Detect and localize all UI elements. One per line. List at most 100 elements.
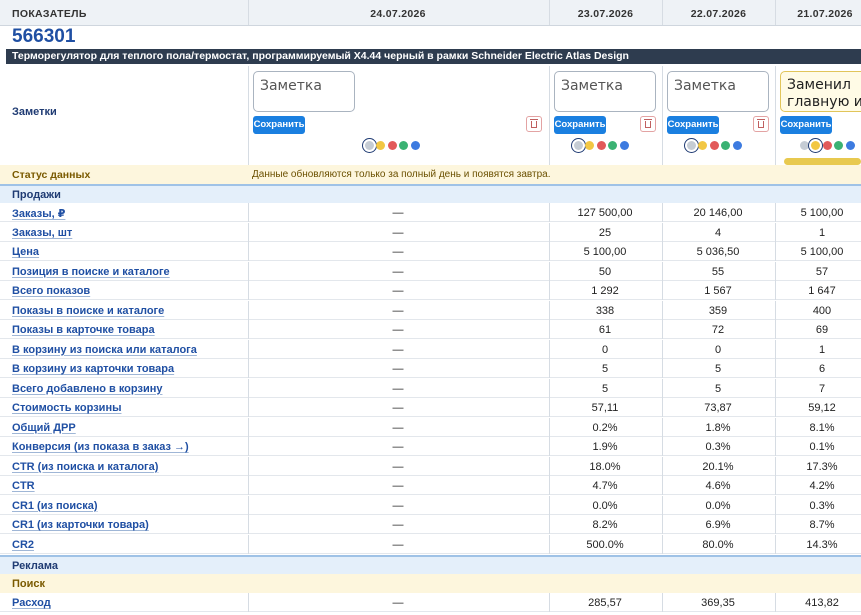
metric-label-link[interactable]: В корзину из поиска или каталога [12,344,197,356]
col-divider [662,0,663,25]
col-divider [549,300,550,320]
metric-label-link[interactable]: CR2 [12,539,34,551]
color-dot-green[interactable] [399,141,409,151]
note-textarea[interactable]: Заметка [253,71,355,112]
color-dot-yellow[interactable] [811,141,821,151]
note-textarea[interactable]: Заметка [667,71,769,112]
metric-value: 5 [714,382,722,395]
metric-value: 72 [711,324,725,336]
color-dot-red[interactable] [596,141,606,151]
save-note-button[interactable]: Сохранить [554,116,606,134]
metric-label-link[interactable]: Всего добавлено в корзину [12,383,162,395]
trash-icon[interactable] [526,116,542,132]
color-dot-yellow[interactable] [698,141,708,151]
note-textarea[interactable]: Заметка [554,71,656,112]
metric-value: — [392,226,404,239]
metric-label-link[interactable]: CR1 (из карточки товара) [12,519,149,531]
metric-label-link[interactable]: Показы в карточке товара [12,324,155,336]
metric-label-link[interactable]: Всего показов [12,285,90,297]
metric-label-link[interactable]: Стоимость корзины [12,402,121,414]
trash-icon[interactable] [640,116,656,132]
metric-label-link[interactable]: В корзину из карточки товара [12,363,174,375]
metric-label-link[interactable]: Заказы, ₽ [12,207,65,220]
save-note-button[interactable]: Сохранить [667,116,719,134]
metric-label-link[interactable]: Позиция в поиске и каталоге [12,266,170,278]
metric-value: 0.0% [705,499,731,512]
color-dot-yellow[interactable] [585,141,595,151]
metric-value: 500.0% [586,538,624,551]
trash-icon[interactable] [753,116,769,132]
header-date[interactable]: 22.07.2026 [662,0,775,25]
header-date[interactable]: 24.07.2026 [248,0,548,25]
metric-value: — [392,207,404,219]
note-cell: Заметка Сохранить [663,66,775,166]
data-status-row: Статус данных Данные обновляются только … [0,165,861,185]
metric-value: 50 [598,265,612,278]
metric-value: 6 [818,363,826,375]
metric-value: 5 100,00 [800,246,844,258]
metric-value: 0 [601,343,609,356]
metric-value: 0 [714,343,722,356]
note-color-picker[interactable] [687,137,744,151]
col-divider [662,242,663,261]
note-color-picker[interactable] [365,137,422,151]
note-color-picker[interactable] [574,137,631,151]
note-resize-handle[interactable] [784,158,861,165]
color-dot-blue[interactable] [732,141,742,151]
note-color-picker[interactable] [800,137,857,151]
section-title: Продажи [12,189,61,201]
col-divider [775,0,776,25]
note-textarea[interactable]: Заменил главную и [780,71,861,112]
col-divider [248,593,249,612]
metric-value: 0.3% [809,499,835,512]
color-dot-red[interactable] [709,141,719,151]
metric-value: — [392,285,404,297]
metric-value: 338 [595,304,615,317]
save-note-button[interactable]: Сохранить [780,116,832,134]
color-dot-gray[interactable] [365,141,374,151]
col-divider [662,417,663,437]
color-dot-red[interactable] [822,141,832,151]
metric-label-link[interactable]: Общий ДРР [12,422,76,434]
metric-label-link[interactable]: Расход [12,597,51,609]
metric-label-link[interactable]: Заказы, шт [12,227,72,239]
metric-value: 1 647 [808,285,836,297]
color-dot-green[interactable] [721,141,731,151]
col-divider [248,261,249,281]
metric-label-link[interactable]: Конверсия (из показа в заказ →) [12,441,189,453]
metric-value: 0.0% [592,499,618,512]
color-dot-green[interactable] [608,141,618,151]
color-dot-green[interactable] [834,141,844,151]
color-dot-blue[interactable] [845,141,855,151]
color-dot-gray[interactable] [574,141,583,151]
metric-label-link[interactable]: Цена [12,246,39,258]
metric-value: 57 [815,265,829,278]
metric-label-link[interactable]: CR1 (из поиска) [12,500,98,512]
col-divider [248,495,249,515]
col-divider [775,456,776,476]
color-dot-gray[interactable] [800,141,809,151]
color-dot-yellow[interactable] [376,141,386,151]
metric-label-link[interactable]: Показы в поиске и каталоге [12,305,164,317]
color-dot-gray[interactable] [687,141,696,151]
col-divider [248,437,249,456]
color-dot-blue[interactable] [619,141,629,151]
metric-value: 369,35 [701,597,735,609]
color-dot-red[interactable] [387,141,397,151]
metric-label-link[interactable]: CTR [12,480,35,492]
metric-value: — [392,324,404,336]
col-divider [775,300,776,320]
metric-value: 20 146,00 [693,207,743,219]
metric-value: 1 292 [591,285,619,297]
table-row: CR1 (из поиска) — 0.0% 0.0% 0.3% [0,495,861,515]
col-divider [775,495,776,515]
metric-value: 0.3% [705,441,731,453]
col-divider [549,495,550,515]
header-date[interactable]: 23.07.2026 [549,0,662,25]
header-date[interactable]: 21.07.2026 [775,0,861,25]
save-note-button[interactable]: Сохранить [253,116,305,134]
metric-value: 20.1% [702,460,734,473]
metric-label-link[interactable]: CTR (из поиска и каталога) [12,461,158,473]
table-row: Цена — 5 100,00 5 036,50 5 100,00 [0,242,861,261]
color-dot-blue[interactable] [410,141,420,151]
